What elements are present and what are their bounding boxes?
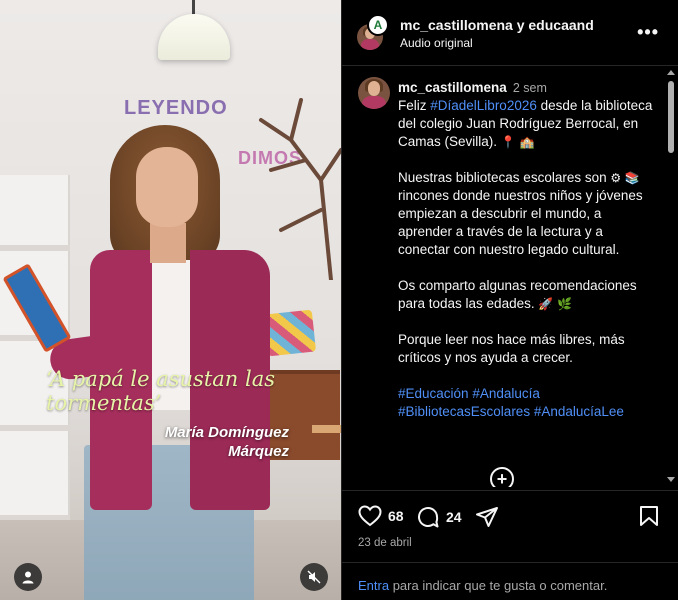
school-emoji-icon: 🏫 — [519, 135, 535, 149]
mute-icon — [307, 570, 321, 584]
bookmark-icon — [640, 506, 658, 526]
reel-video[interactable]: LEYENDO DIMOS ‘A papá le asustan las tor… — [0, 0, 341, 600]
like-count: 68 — [388, 508, 404, 524]
ceiling-lamp — [158, 0, 230, 60]
author-second-line: Márquez — [228, 443, 289, 460]
post-date[interactable]: 23 de abril — [358, 537, 412, 549]
collab-logo-avatar[interactable]: A — [367, 14, 389, 36]
audio-link[interactable]: Audio original — [400, 36, 473, 50]
side-table — [312, 425, 341, 535]
load-more-comments-button[interactable]: + — [490, 467, 514, 487]
caption-p2-end: rincones donde nuestros niños y jóvenes … — [398, 188, 643, 257]
login-link[interactable]: Entra — [358, 578, 389, 593]
hashtag-andalucia[interactable]: #Andalucía — [472, 386, 540, 401]
caption-p4: Porque leer nos hace más libres, más crí… — [398, 332, 625, 365]
rocket-emoji-icon: 🚀 — [538, 297, 554, 311]
hashtag-andalucialee[interactable]: #AndalucíaLee — [534, 404, 624, 419]
caption-text: mc_castillomena 2 sem Feliz #DíadelLibro2… — [398, 79, 658, 439]
post-side-panel: A mc_castillomena y educaand Audio origi… — [341, 0, 678, 600]
video-author: María Domínguez Márquez — [165, 423, 289, 461]
user-icon — [22, 571, 34, 584]
mute-button[interactable] — [300, 563, 328, 591]
caption-area: mc_castillomena 2 sem Feliz #DíadelLibro2… — [342, 67, 678, 487]
comment-button[interactable]: 24 — [416, 505, 462, 529]
wall-sign-leyendo: LEYENDO — [124, 97, 228, 119]
hashtag-diadellibro[interactable]: #DíadelLibro2026 — [430, 98, 537, 113]
caption-username[interactable]: mc_castillomena — [398, 80, 507, 95]
author-first-line: María Domínguez — [164, 424, 289, 441]
heart-icon — [358, 505, 382, 527]
hashtag-educacion[interactable]: #Educación — [398, 386, 469, 401]
gear-emoji-icon: ⚙ — [610, 171, 622, 185]
post-header: A mc_castillomena y educaand Audio origi… — [342, 0, 678, 66]
caption-avatar[interactable] — [358, 77, 390, 109]
caption-p1-start: Feliz — [398, 98, 431, 113]
hashtag-bibliotecas[interactable]: #BibliotecasEscolares — [398, 404, 530, 419]
like-button[interactable]: 68 — [358, 505, 404, 527]
more-icon: ••• — [637, 22, 659, 42]
caption-p2-start: Nuestras bibliotecas escolares son — [398, 170, 607, 185]
caption-p3: Os comparto algunas recomendaciones para… — [398, 278, 637, 311]
caption-scrollbar[interactable] — [666, 67, 676, 489]
login-text: para indicar que te gusta o comentar. — [389, 578, 608, 593]
comment-count: 24 — [446, 509, 462, 525]
share-button[interactable] — [475, 505, 499, 529]
caption-time[interactable]: 2 sem — [513, 81, 547, 95]
scroll-down-arrow[interactable] — [667, 477, 675, 482]
more-options-button[interactable]: ••• — [637, 22, 659, 43]
tagged-users-button[interactable] — [14, 563, 42, 591]
scroll-up-arrow[interactable] — [667, 70, 675, 75]
books-emoji-icon: 📚 — [624, 171, 640, 185]
presenter — [2, 125, 290, 600]
pin-emoji-icon: 📍 — [500, 135, 516, 149]
save-button[interactable] — [639, 505, 659, 527]
comment-icon — [418, 507, 439, 528]
login-prompt: Entra para indicar que te gusta o coment… — [342, 562, 678, 600]
share-icon — [476, 507, 498, 527]
leaf-emoji-icon: 🌿 — [557, 297, 573, 311]
post-authors[interactable]: mc_castillomena y educaand — [400, 17, 594, 33]
scroll-thumb[interactable] — [668, 81, 674, 153]
plus-circle-icon: + — [496, 469, 508, 487]
video-quote-title: ‘A papá le asustan las tormentas’ — [46, 367, 276, 415]
